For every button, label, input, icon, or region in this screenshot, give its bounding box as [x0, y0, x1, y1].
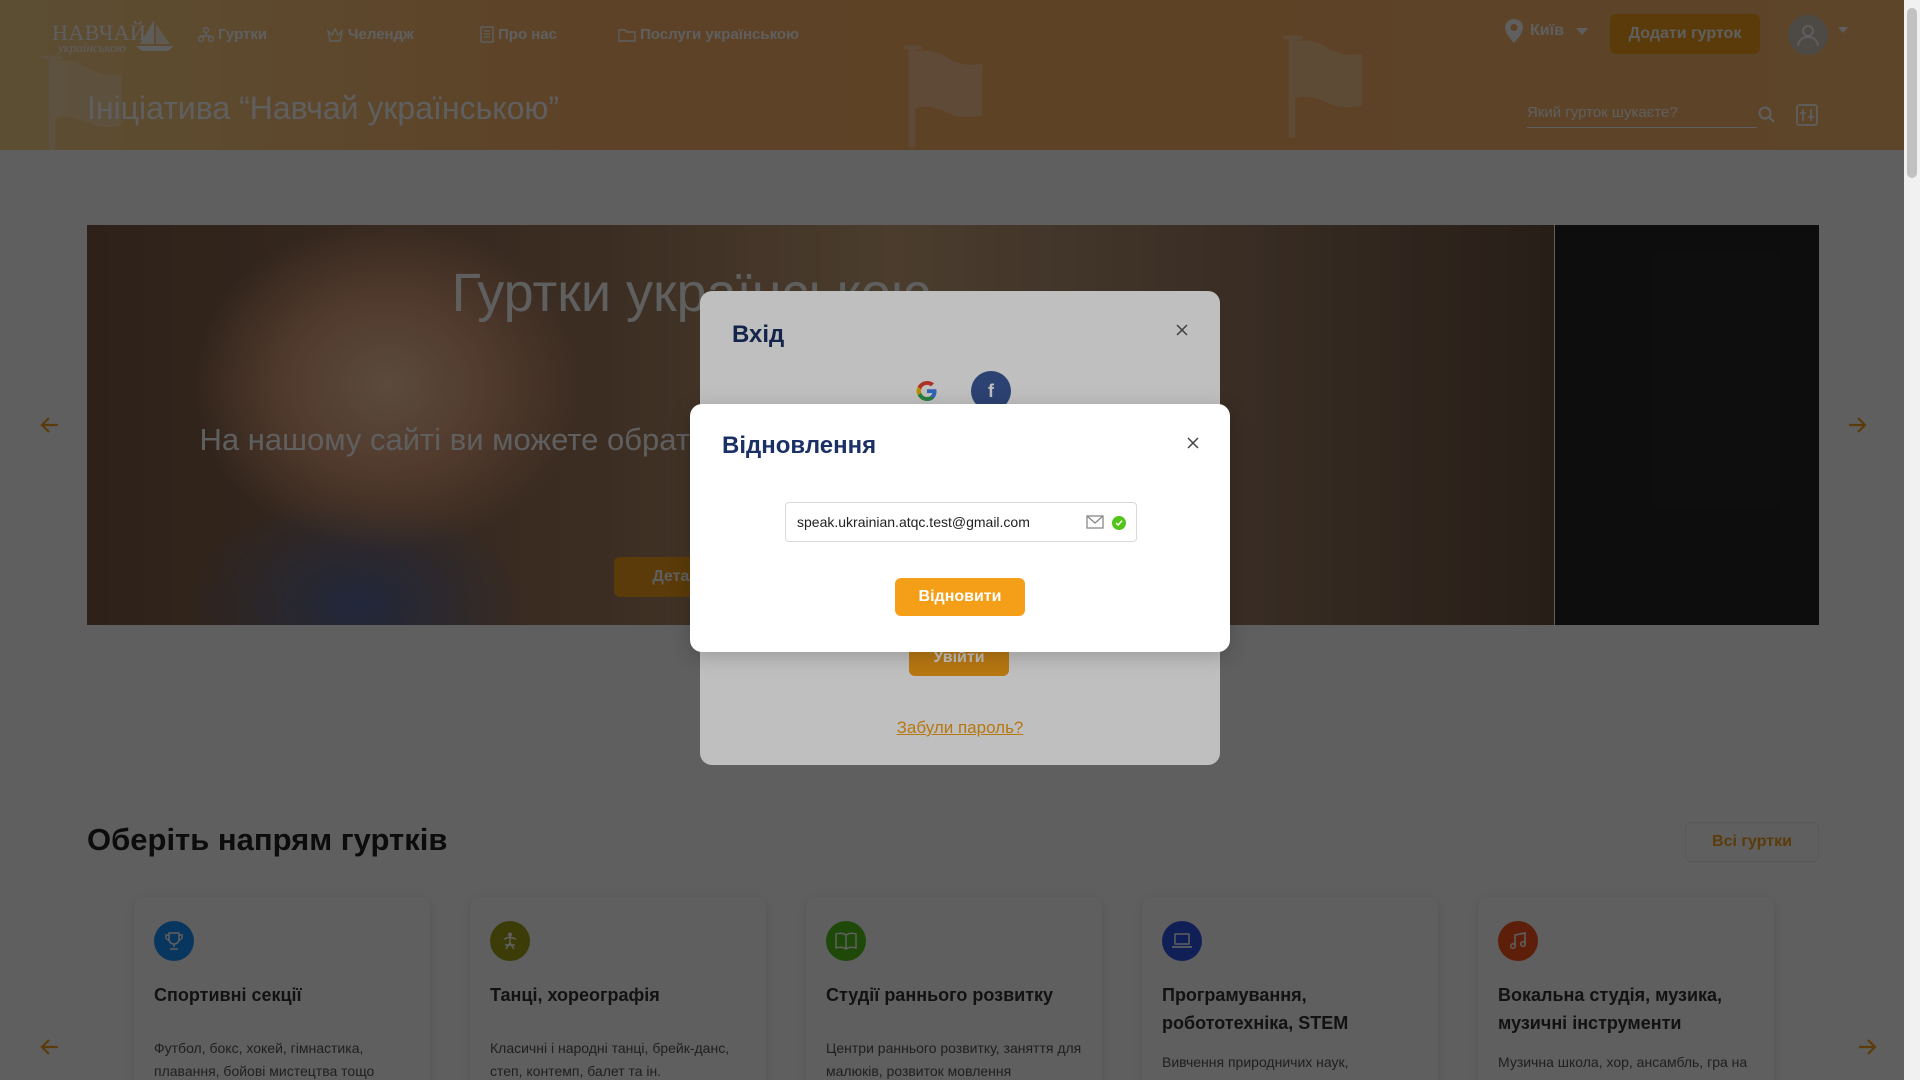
scrollbar[interactable]: [1904, 0, 1920, 1080]
check-success-icon: [1112, 516, 1126, 530]
mail-icon: [1086, 515, 1104, 529]
restore-button[interactable]: Відновити: [895, 578, 1025, 616]
close-icon[interactable]: [1183, 433, 1203, 453]
recovery-modal-title: Відновлення: [722, 432, 877, 459]
scrollbar-thumb[interactable]: [1907, 8, 1917, 178]
email-field[interactable]: speak.ukrainian.atqc.test@gmail.com: [785, 502, 1137, 542]
email-value[interactable]: speak.ukrainian.atqc.test@gmail.com: [797, 514, 1030, 530]
recovery-modal: Відновлення speak.ukrainian.atqc.test@gm…: [690, 404, 1230, 652]
